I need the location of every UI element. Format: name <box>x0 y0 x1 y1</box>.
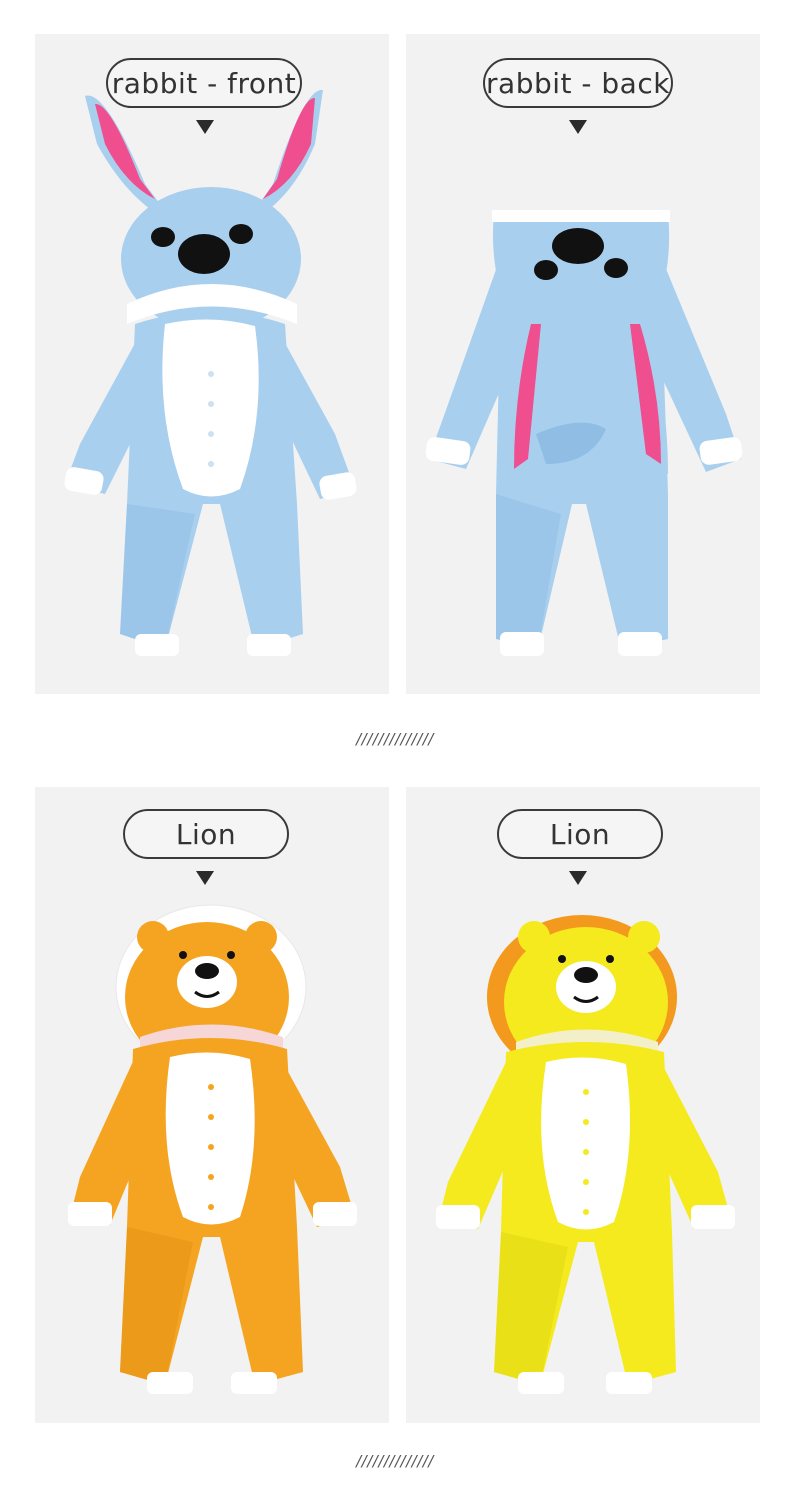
label-lion-yellow: Lion <box>497 809 663 859</box>
pointer-arrow-icon <box>196 871 214 885</box>
pointer-arrow-icon <box>196 120 214 134</box>
section-divider: ////////////// <box>356 1452 434 1470</box>
label-lion-orange: Lion <box>123 809 289 859</box>
pointer-arrow-icon <box>569 120 587 134</box>
pointer-arrow-icon <box>569 871 587 885</box>
section-divider: ////////////// <box>356 730 434 748</box>
label-rabbit-front: rabbit - front <box>106 58 302 108</box>
product-panel-rabbit-back: rabbit - back <box>406 34 760 694</box>
product-panel-rabbit-front: rabbit - front <box>35 34 389 694</box>
product-panel-lion-orange: Lion <box>35 787 389 1423</box>
label-rabbit-back: rabbit - back <box>483 58 673 108</box>
product-panel-lion-yellow: Lion <box>406 787 760 1423</box>
